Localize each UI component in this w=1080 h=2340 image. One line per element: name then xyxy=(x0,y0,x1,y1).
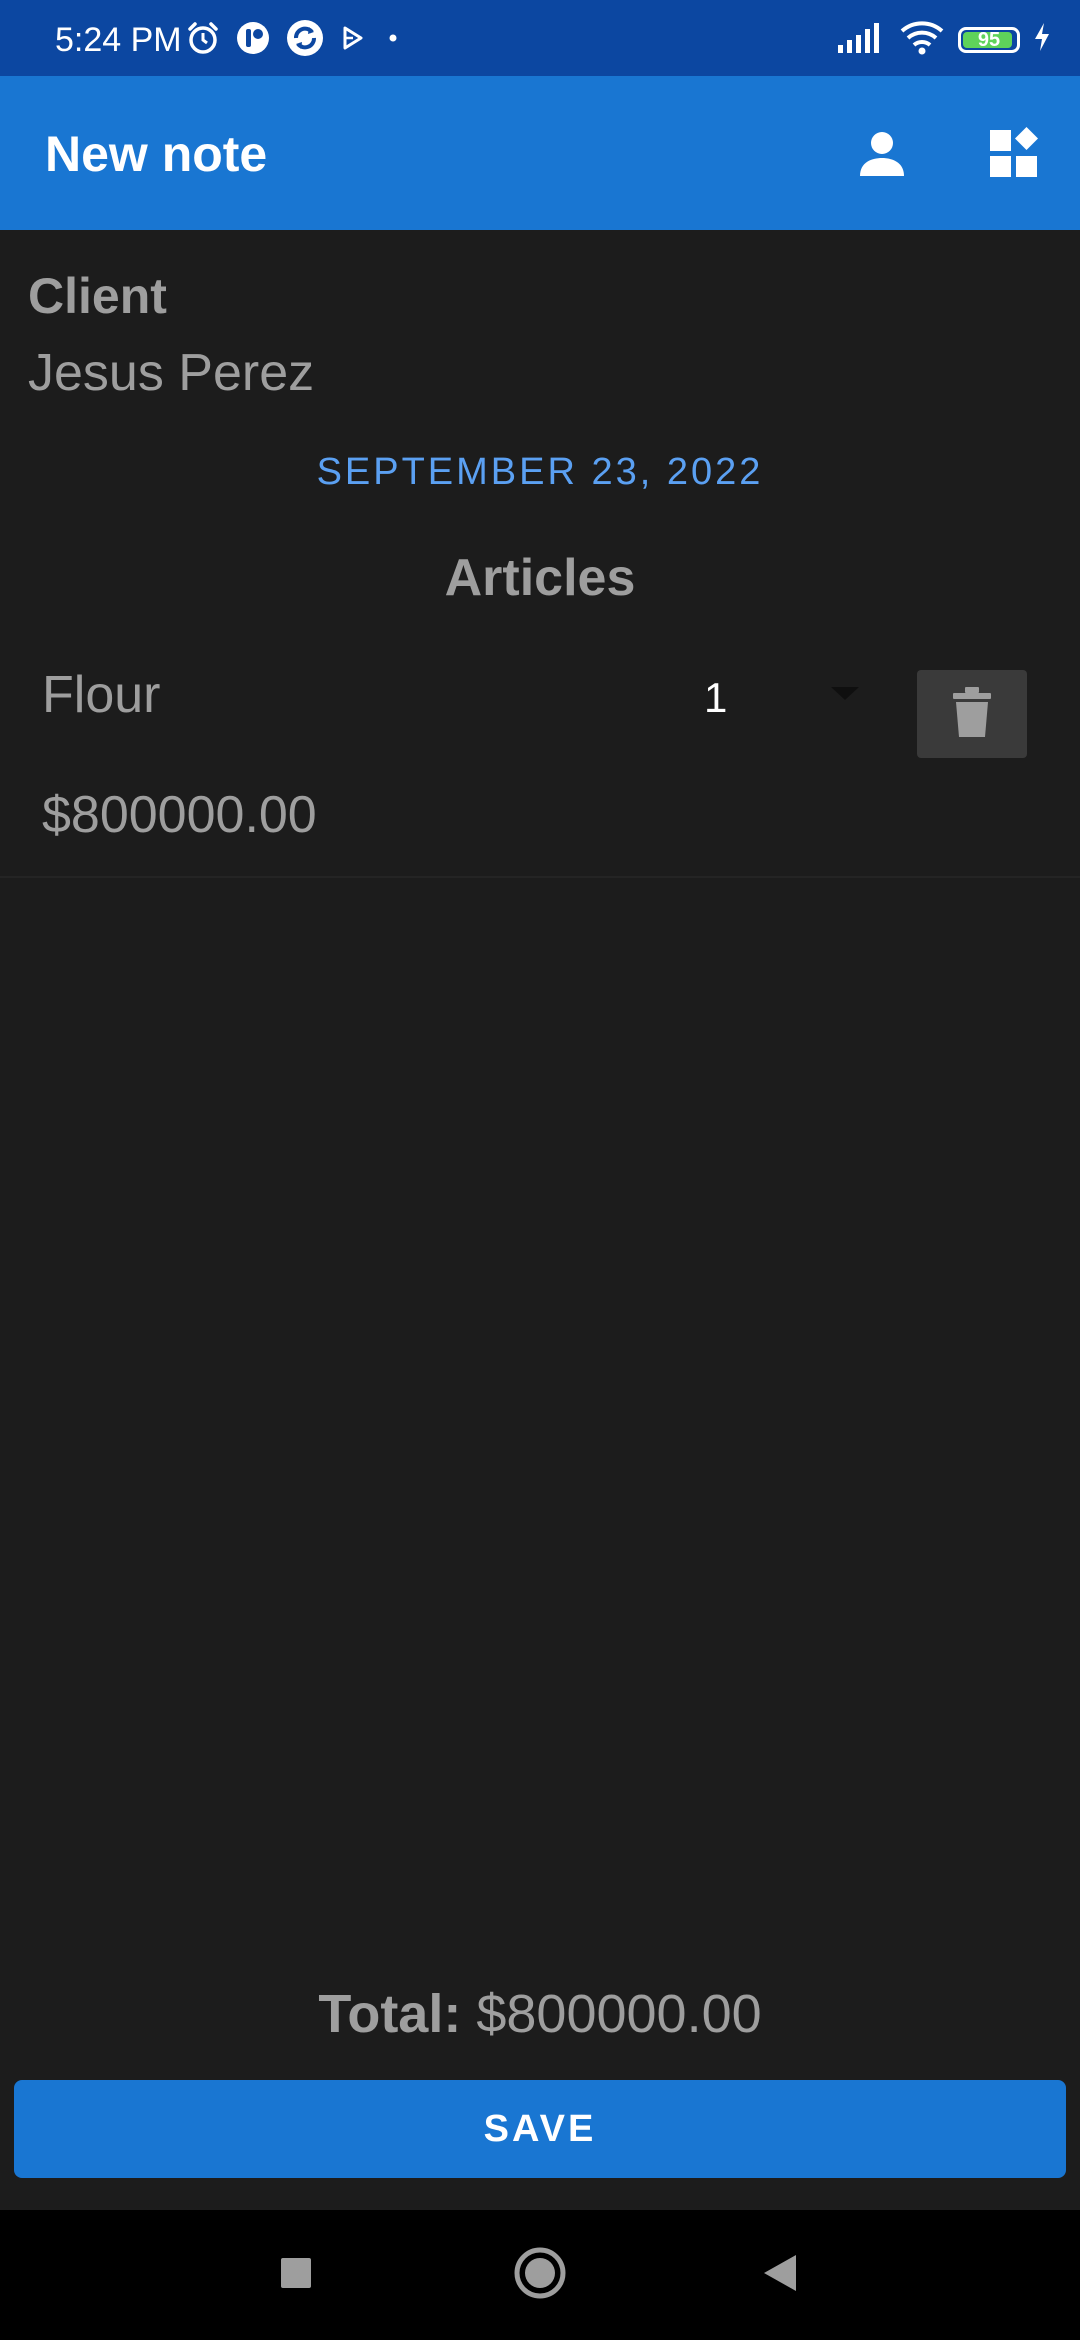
back-button[interactable] xyxy=(745,2240,815,2310)
battery-icon: 95 xyxy=(958,26,1020,53)
page-title: New note xyxy=(45,126,268,182)
save-button[interactable]: SAVE xyxy=(14,2080,1066,2178)
status-bar: 5:24 PM 95 xyxy=(0,0,1080,76)
square-icon xyxy=(279,2256,313,2295)
list-item: Flour 1 $800000.00 xyxy=(0,640,1080,878)
alarm-icon xyxy=(185,20,221,61)
play-store-icon xyxy=(339,24,367,57)
article-price: $800000.00 xyxy=(42,786,317,844)
app-bar: New note xyxy=(0,76,1080,230)
client-button[interactable] xyxy=(842,116,922,196)
status-notification-icons xyxy=(185,18,405,63)
total-label: Total: xyxy=(318,1984,462,2044)
date-button[interactable]: SEPTEMBER 23, 2022 xyxy=(0,448,1080,496)
client-name: Jesus Perez xyxy=(28,344,315,402)
article-name: Flour xyxy=(42,666,161,724)
total-value: $800000.00 xyxy=(476,1984,762,2044)
recents-button[interactable] xyxy=(261,2240,331,2310)
status-time: 5:24 PM xyxy=(55,21,182,59)
dot-icon xyxy=(381,26,405,55)
sync-app-icon xyxy=(285,18,325,63)
app-notification-icon xyxy=(235,20,271,61)
delete-article-button[interactable] xyxy=(917,670,1027,758)
status-system-icons: 95 xyxy=(836,18,1052,61)
wifi-icon xyxy=(898,18,946,61)
client-label: Client xyxy=(28,268,167,324)
dropdown-arrow-icon xyxy=(830,686,860,707)
widgets-icon xyxy=(986,126,1042,187)
charging-icon xyxy=(1032,21,1052,58)
battery-level-text: 95 xyxy=(977,28,1001,51)
navigation-bar xyxy=(0,2210,1080,2340)
home-button[interactable] xyxy=(505,2240,575,2310)
home-circle-icon xyxy=(513,2246,567,2305)
person-icon xyxy=(856,128,908,185)
signal-icon xyxy=(836,19,886,60)
quantity-dropdown[interactable]: 1 xyxy=(690,668,870,728)
articles-title: Articles xyxy=(444,549,636,607)
total-line: Total: $800000.00 xyxy=(0,1984,1080,2044)
back-triangle-icon xyxy=(762,2253,798,2298)
quantity-value: 1 xyxy=(704,674,728,721)
trash-icon xyxy=(952,686,992,743)
articles-button[interactable] xyxy=(974,116,1054,196)
